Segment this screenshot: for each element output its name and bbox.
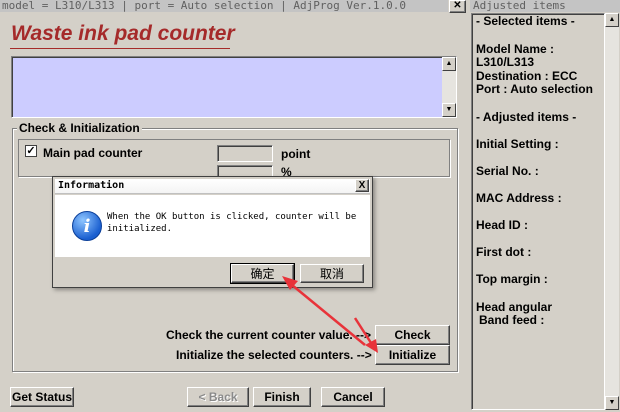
- arrow-to-ok-icon: [282, 276, 366, 346]
- arrow-to-initialize-icon: [353, 317, 378, 353]
- annotation-arrows: [282, 276, 378, 353]
